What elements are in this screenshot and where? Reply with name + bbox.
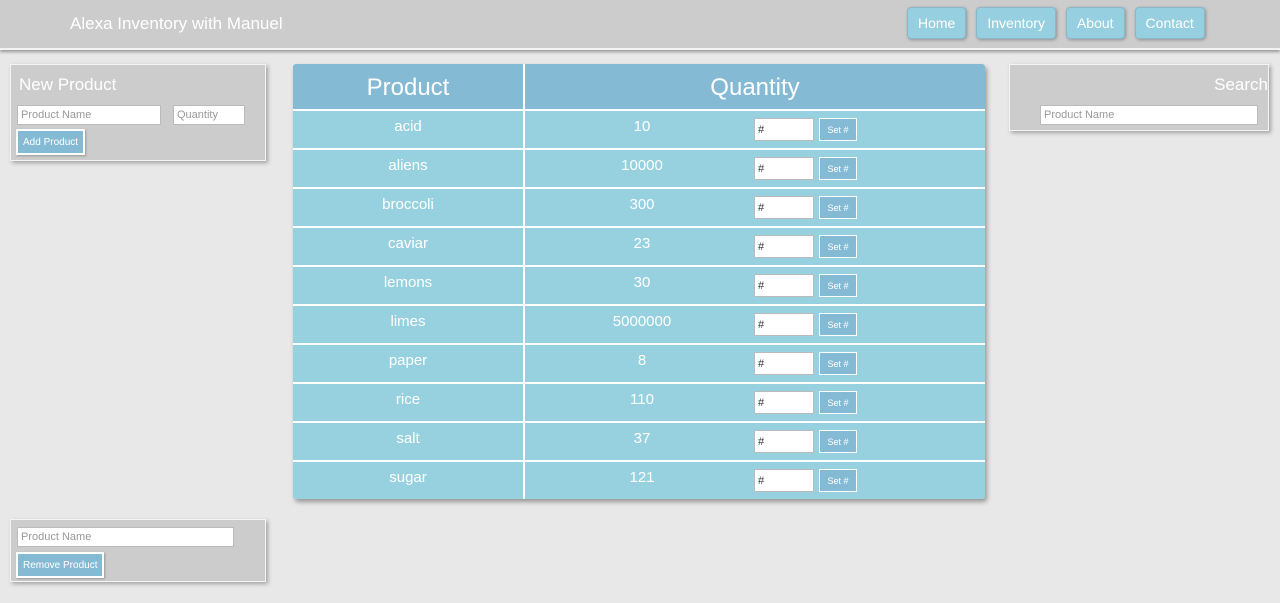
table-row: aliens 10000 Set # [293,150,985,189]
product-name-cell: broccoli [293,189,525,226]
product-name-cell: lemons [293,267,525,304]
product-quantity-cell: 121 [629,469,655,486]
product-name-cell: rice [293,384,525,421]
remove-product-name-input[interactable] [17,527,234,547]
product-name-cell: caviar [293,228,525,265]
new-product-name-input[interactable] [17,105,161,125]
set-quantity-button[interactable]: Set # [819,118,857,141]
app-title: Alexa Inventory with Manuel [70,14,283,33]
set-quantity-input[interactable] [754,469,814,492]
nav-about-button[interactable]: About [1065,7,1125,39]
product-quantity-cell: 10 [633,118,651,135]
main-nav: Home Inventory About Contact [907,7,1205,39]
table-row: acid 10 Set # [293,111,985,150]
product-quantity-cell: 5000000 [612,313,672,330]
table-row: limes 5000000 Set # [293,306,985,345]
table-row: salt 37 Set # [293,423,985,462]
table-header: Product Quantity [293,64,985,111]
inventory-table: Product Quantity acid 10 Set # aliens 10000 S… [293,64,985,499]
set-quantity-input[interactable] [754,235,814,258]
product-name-cell: aliens [293,150,525,187]
nav-inventory-button[interactable]: Inventory [976,7,1056,39]
add-product-button[interactable]: Add Product [16,129,86,155]
product-quantity-cell: 23 [633,235,651,252]
set-quantity-input[interactable] [754,274,814,297]
product-name-cell: acid [293,111,525,148]
product-quantity-cell: 110 [630,391,654,408]
set-quantity-input[interactable] [754,352,814,375]
nav-home-button[interactable]: Home [907,7,967,39]
remove-product-button[interactable]: Remove Product [16,552,105,578]
set-quantity-button[interactable]: Set # [819,235,857,258]
product-quantity-cell: 300 [629,196,655,213]
search-panel: Search [1009,64,1269,131]
product-quantity-cell: 8 [637,352,647,369]
product-quantity-cell: 10000 [621,157,663,174]
top-header: Alexa Inventory with Manuel Home Invento… [0,0,1280,50]
product-quantity-cell: 37 [633,430,651,447]
set-quantity-button[interactable]: Set # [819,352,857,375]
set-quantity-input[interactable] [754,430,814,453]
table-row: paper 8 Set # [293,345,985,384]
table-row: sugar 121 Set # [293,462,985,499]
table-row: caviar 23 Set # [293,228,985,267]
product-name-cell: paper [293,345,525,382]
product-quantity-cell: 30 [633,274,651,291]
table-row: lemons 30 Set # [293,267,985,306]
set-quantity-button[interactable]: Set # [819,313,857,336]
product-name-cell: salt [293,423,525,460]
table-row: broccoli 300 Set # [293,189,985,228]
nav-contact-button[interactable]: Contact [1134,7,1205,39]
new-product-title: New Product [19,75,117,94]
search-title: Search [1214,75,1268,94]
set-quantity-button[interactable]: Set # [819,157,857,180]
table-body: acid 10 Set # aliens 10000 Set # broccoli 300 Se… [293,111,985,499]
search-input[interactable] [1040,105,1258,125]
set-quantity-button[interactable]: Set # [819,274,857,297]
new-product-quantity-input[interactable] [173,105,245,125]
set-quantity-input[interactable] [754,157,814,180]
set-quantity-input[interactable] [754,196,814,219]
set-quantity-button[interactable]: Set # [819,196,857,219]
header-quantity: Quantity [710,74,800,101]
remove-product-panel: Remove Product [10,519,266,582]
set-quantity-input[interactable] [754,391,814,414]
product-name-cell: limes [293,306,525,343]
set-quantity-button[interactable]: Set # [819,430,857,453]
new-product-panel: New Product Add Product [10,64,266,161]
set-quantity-input[interactable] [754,118,814,141]
product-name-cell: sugar [293,462,525,499]
set-quantity-input[interactable] [754,313,814,336]
set-quantity-button[interactable]: Set # [819,469,857,492]
header-product: Product [293,64,525,109]
table-row: rice 110 Set # [293,384,985,423]
set-quantity-button[interactable]: Set # [819,391,857,414]
